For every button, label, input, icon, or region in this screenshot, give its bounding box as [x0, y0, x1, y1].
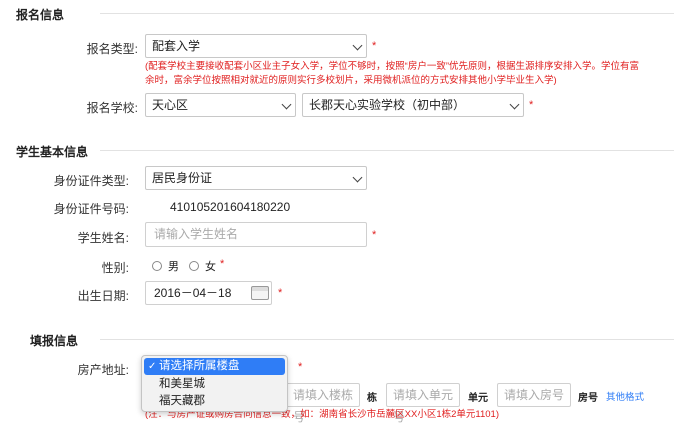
registration-type-note-line2: 余时，富余学位按照相对就近的原则实行多校划片，采用微机派位的方式安排其他小学毕业…: [145, 75, 557, 86]
gender-female-label: 女: [205, 261, 216, 273]
gender-male-radio[interactable]: [152, 261, 162, 271]
chevron-down-icon: [352, 172, 363, 183]
calendar-icon[interactable]: [251, 286, 269, 300]
registration-type-value: 配套入学: [152, 39, 201, 53]
unit-unit-label: 单元: [468, 393, 488, 404]
registration-type-note-line1: (配套学校主要接收配套小区业主子女入学，学位不够时，按照“房户一致”优先原则，根…: [145, 61, 639, 72]
registration-school-label: 报名学校:: [86, 101, 138, 115]
chevron-down-icon: [352, 40, 363, 51]
dropdown-option-label: 请选择所属楼盘: [159, 360, 240, 372]
id-type-label: 身份证件类型:: [53, 174, 129, 188]
school-value: 长郡天心实验学校（初中部）: [309, 98, 466, 112]
id-type-select[interactable]: 居民身份证: [145, 166, 367, 190]
student-name-label: 学生姓名:: [77, 231, 129, 245]
room-number-placeholder: 请填入房号: [504, 388, 565, 402]
district-value: 天心区: [152, 98, 189, 112]
id-number-value: 410105201604180220: [170, 200, 291, 214]
other-format-link[interactable]: 其他格式: [606, 389, 644, 403]
dropdown-option-2[interactable]: 福天藏郡: [144, 393, 285, 410]
gender-male-label: 男: [168, 261, 179, 273]
required-mark: *: [298, 361, 303, 373]
section-title-fill: 填报信息: [30, 334, 79, 348]
gender-female-radio[interactable]: [189, 261, 199, 271]
student-name-placeholder: 请输入学生姓名: [154, 227, 239, 241]
section-divider-student: [100, 150, 674, 151]
id-type-value: 居民身份证: [152, 171, 213, 185]
room-number-input[interactable]: 请填入房号: [497, 383, 571, 407]
room-unit-label: 房号: [578, 393, 598, 404]
section-divider-fill: [100, 339, 674, 340]
section-divider-registration: [100, 13, 674, 14]
student-name-input[interactable]: 请输入学生姓名: [145, 222, 367, 247]
section-title-registration: 报名信息: [16, 8, 65, 22]
property-select-dropdown[interactable]: ✓ 请选择所属楼盘 和美星城 福天藏郡: [141, 355, 288, 412]
required-mark: *: [529, 99, 534, 111]
chevron-down-icon: [281, 99, 292, 110]
id-number-label: 身份证件号码:: [53, 202, 129, 216]
dropdown-option-0[interactable]: ✓ 请选择所属楼盘: [144, 358, 285, 375]
required-mark: *: [220, 258, 225, 270]
building-number-input[interactable]: 请填入楼栋号: [286, 383, 360, 424]
required-mark: *: [278, 287, 283, 299]
district-select[interactable]: 天心区: [145, 93, 296, 117]
section-title-student: 学生基本信息: [16, 145, 89, 159]
chevron-down-icon: [509, 99, 520, 110]
birth-date-value: 2016－04－18: [154, 286, 232, 300]
unit-number-input[interactable]: 请填入单元号: [386, 383, 460, 424]
dropdown-option-label: 和美星城: [159, 378, 205, 390]
checkmark-icon: ✓: [148, 361, 157, 372]
building-unit-label: 栋: [367, 393, 377, 404]
property-address-label: 房产地址:: [77, 363, 129, 377]
required-mark: *: [372, 229, 377, 241]
school-select[interactable]: 长郡天心实验学校（初中部）: [302, 93, 524, 117]
birth-date-label: 出生日期:: [77, 289, 129, 303]
dropdown-option-label: 福天藏郡: [159, 395, 205, 407]
dropdown-option-1[interactable]: 和美星城: [144, 376, 285, 393]
registration-type-select[interactable]: 配套入学: [145, 34, 367, 58]
registration-type-label: 报名类型:: [86, 42, 138, 56]
required-mark: *: [372, 40, 377, 52]
gender-label: 性别:: [101, 261, 129, 275]
